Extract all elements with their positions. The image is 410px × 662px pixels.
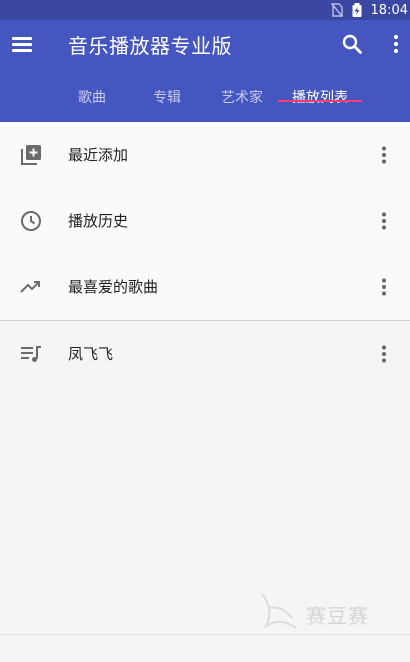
more-options-icon[interactable] [372, 342, 396, 366]
list-item-label: 凤飞飞 [68, 345, 114, 363]
playlist-add-icon [19, 143, 43, 167]
more-options-icon[interactable] [372, 143, 396, 167]
list-item[interactable]: 播放历史 [0, 188, 410, 254]
list-item[interactable]: 最近添加 [0, 122, 410, 188]
tab-indicator [278, 100, 362, 102]
watermark-logo-icon [256, 590, 302, 638]
history-clock-icon [19, 209, 43, 233]
tab-albums[interactable]: 专辑 [143, 78, 191, 122]
tab-songs[interactable]: 歌曲 [68, 78, 116, 122]
app-bar: 音乐播放器专业版 歌曲 专辑 艺术家 播放列表 [0, 20, 410, 122]
status-bar: 18:04 [0, 0, 410, 20]
list-item[interactable]: 最喜爱的歌曲 [0, 254, 410, 320]
watermark: 赛豆赛 [256, 590, 386, 634]
no-sim-icon [330, 3, 343, 17]
more-options-icon[interactable] [372, 275, 396, 299]
app-title: 音乐播放器专业版 [68, 34, 232, 58]
list-item-label: 最近添加 [68, 146, 129, 164]
list-item[interactable]: 凤飞飞 [0, 321, 410, 387]
watermark-text: 赛豆赛 [306, 604, 369, 628]
bottom-divider [0, 634, 410, 635]
battery-charging-icon [351, 3, 363, 17]
smart-playlists-card: 最近添加 播放历史 最喜爱的歌曲 [0, 122, 410, 321]
status-time: 18:04 [370, 2, 408, 18]
playlist-list: 最近添加 播放历史 最喜爱的歌曲 凤飞飞 [0, 122, 410, 387]
search-icon[interactable] [340, 32, 364, 56]
more-options-icon[interactable] [372, 209, 396, 233]
tab-artists[interactable]: 艺术家 [214, 78, 270, 122]
menu-icon[interactable] [10, 32, 34, 56]
queue-music-icon [19, 342, 43, 366]
list-item-label: 最喜爱的歌曲 [68, 278, 159, 296]
user-playlists-section: 凤飞飞 [0, 321, 410, 387]
list-item-label: 播放历史 [68, 212, 129, 230]
more-vert-icon[interactable] [384, 32, 408, 56]
status-bar-right: 18:04 [330, 0, 410, 20]
trending-up-icon [19, 275, 43, 299]
